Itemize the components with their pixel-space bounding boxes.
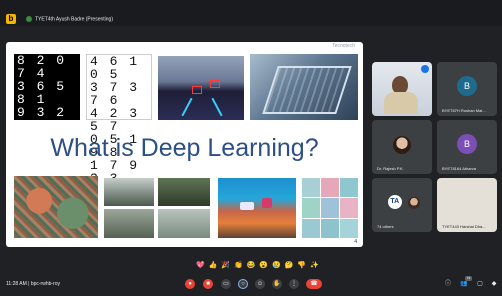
lane-line (211, 97, 223, 117)
participant-tile[interactable]: B BYET87H Roshan Mal... (437, 62, 497, 116)
digit-row: 9 3 2 4 9 (17, 105, 67, 133)
avatar: B (457, 133, 477, 154)
grid-cell (321, 198, 339, 218)
meeting-time-code: 11:28 AM | bpc-rwhb-roy (6, 281, 61, 287)
present-icon[interactable]: ○ (238, 279, 248, 289)
participant-tile[interactable]: B BYET8164 Atharva (437, 120, 497, 174)
participant-tile[interactable]: Dr. Rajesh P.K. (372, 120, 432, 174)
mnist-digits-image: 8 2 0 7 43 6 5 8 19 3 2 4 98 1 9 1 23 4 … (14, 53, 80, 184)
participant-name: TYET443 Harshal Dha... (442, 224, 486, 229)
lane-detection-image (158, 56, 244, 120)
participant-tile[interactable] (372, 62, 432, 116)
grid-cell (302, 178, 320, 198)
chip-grid (262, 66, 352, 114)
captions-icon[interactable]: ▭ (221, 279, 231, 289)
mic-off-icon[interactable]: ● (185, 279, 195, 289)
reaction-bar[interactable]: 💖 👍 🎉 👏 😂 😮 😢 🤔 👎 ✨ (196, 261, 320, 269)
photo-grid-image (104, 209, 154, 238)
more-options-icon[interactable]: ⋮ (289, 279, 299, 289)
speaking-indicator-icon (421, 65, 429, 73)
top-bar: b TYET4th Ayush Badre (Presenting) (0, 0, 502, 26)
app-logo-icon: b (6, 14, 16, 24)
avatar: B (457, 75, 477, 96)
slide-logo: Tecnotech (332, 43, 355, 49)
participant-name: 74 others (377, 224, 394, 229)
emoji-icon[interactable]: ☺ (255, 279, 265, 289)
digit-row: 4 2 3 5 7 (90, 106, 140, 134)
info-icon[interactable]: ⓘ (444, 280, 452, 288)
camera-off-icon[interactable]: ■ (203, 279, 213, 289)
grid-cell (340, 218, 358, 238)
others-tile[interactable]: TA 74 others (372, 178, 432, 232)
game-car (262, 198, 272, 208)
presenter-name: TYET4th Ayush Badre (Presenting) (35, 16, 114, 23)
leave-call-icon[interactable]: ☎ (306, 279, 322, 289)
game-car (240, 202, 254, 210)
shared-slide: Tecnotech 8 2 0 7 43 6 5 8 19 3 2 4 98 1… (6, 42, 363, 247)
avatar (408, 197, 420, 210)
presenter-label: TYET4th Ayush Badre (Presenting) (26, 16, 113, 22)
detection-box (192, 86, 202, 94)
grid-cell (340, 178, 358, 198)
segmentation-grid-image (302, 178, 358, 238)
deepdream-image (14, 176, 98, 238)
grid-cell (302, 198, 320, 218)
grid-cell (340, 198, 358, 218)
lane-line (181, 97, 193, 117)
grid-cell (302, 218, 320, 238)
participant-name: BYET8164 Atharva (442, 166, 477, 171)
slide-page-number: 4 (354, 239, 357, 245)
photo-grid-image (158, 209, 210, 238)
activities-icon[interactable]: ◆ (490, 280, 498, 288)
driving-game-image (218, 178, 296, 238)
photo-grid-image (158, 178, 210, 206)
handwritten-digits-image: 4 6 1 0 53 7 3 7 64 2 3 5 70 5 1 9 81 7 … (86, 54, 152, 185)
avatar: TA (387, 194, 402, 209)
digit-row: 4 6 1 0 5 (90, 54, 140, 82)
participant-video (384, 92, 418, 114)
digit-row: 3 7 3 7 6 (90, 80, 140, 108)
neural-chip-image (250, 54, 358, 120)
detection-box (210, 80, 220, 88)
avatar (393, 136, 411, 155)
bottom-bar: 11:28 AM | bpc-rwhb-roy ● ■ ▭ ○ ☺ ✋ ⋮ ☎ … (0, 270, 502, 296)
chat-icon[interactable]: ▢ (476, 280, 484, 288)
photo-grid-image (104, 178, 154, 206)
grid-cell (321, 218, 339, 238)
presenting-indicator-icon (26, 16, 32, 22)
people-icon[interactable]: 👥 (460, 280, 468, 288)
participant-name: Dr. Rajesh P.K. (377, 166, 404, 171)
digit-row: 3 6 5 8 1 (17, 79, 67, 107)
participant-name: BYET87H Roshan Mal... (442, 108, 486, 113)
participant-tile[interactable]: TYET443 Harshal Dha... (437, 178, 497, 232)
slide-title: What is Deep Learning? (50, 134, 319, 162)
grid-cell (321, 178, 339, 198)
digit-row: 8 2 0 7 4 (17, 53, 67, 81)
raise-hand-icon[interactable]: ✋ (272, 279, 282, 289)
